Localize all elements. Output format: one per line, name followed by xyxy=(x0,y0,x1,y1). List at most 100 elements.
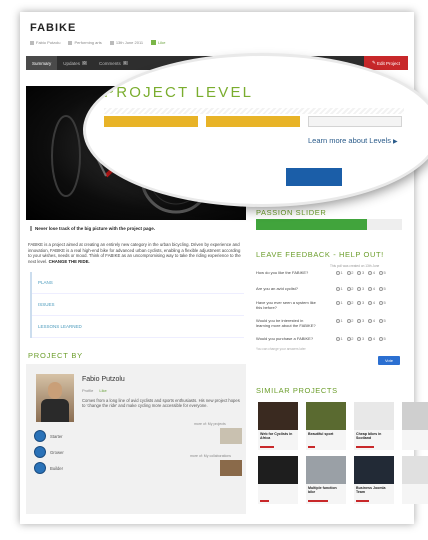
rating-radio[interactable]: 3 xyxy=(357,336,364,341)
rating-radio[interactable]: 2 xyxy=(346,336,354,341)
similar-project-card[interactable] xyxy=(402,456,428,504)
poll-rating-group: 1 2 3 4 5 xyxy=(336,286,386,291)
level-hatch-divider xyxy=(104,108,404,114)
rating-label: 4 xyxy=(372,318,375,323)
starter-badge-icon xyxy=(34,430,46,442)
meta-like[interactable]: Like xyxy=(158,40,165,45)
rating-radio[interactable]: 3 xyxy=(357,286,364,291)
similar-project-title: Multiple function bike xyxy=(308,486,337,495)
vote-button[interactable]: Vote xyxy=(378,356,400,365)
rating-label: 5 xyxy=(383,286,386,291)
section-label: PLANS xyxy=(38,280,53,285)
radio-circle-icon xyxy=(336,318,340,323)
rating-radio[interactable]: 2 xyxy=(346,318,353,323)
rating-label: 5 xyxy=(383,336,386,341)
section-plans[interactable]: PLANS xyxy=(32,272,244,294)
rating-radio[interactable]: 2 xyxy=(346,270,353,275)
radio-circle-icon xyxy=(336,300,340,305)
rating-radio[interactable]: 5 xyxy=(378,286,386,291)
meta-category[interactable]: Performing arts xyxy=(74,40,101,45)
rating-radio[interactable]: 2 xyxy=(346,286,354,291)
rating-radio[interactable]: 1 xyxy=(336,318,343,323)
support-button-partial[interactable] xyxy=(286,168,342,186)
meta-date: 13th June 2011 xyxy=(115,40,144,45)
poll-footer: You can change your answers later xyxy=(256,347,306,351)
project-title: FABIKE xyxy=(30,22,77,34)
badge-grower[interactable]: Grower xyxy=(34,446,64,458)
rating-radio[interactable]: 1 xyxy=(336,300,343,305)
similar-project-card[interactable]: Multiple function bike xyxy=(306,456,346,504)
meta-author[interactable]: Fabio Putzolu xyxy=(36,40,60,45)
rating-radio[interactable]: 4 xyxy=(368,318,375,323)
project-description: FABIKE is a project aimed at creating an… xyxy=(28,242,242,264)
similar-project-card[interactable] xyxy=(258,456,298,504)
rating-radio[interactable]: 4 xyxy=(368,336,375,341)
radio-circle-icon xyxy=(368,318,373,323)
similar-project-image xyxy=(258,402,298,430)
author-meta: Profile Like xyxy=(82,388,107,393)
like-icon xyxy=(151,40,157,45)
rating-radio[interactable]: 1 xyxy=(336,336,343,341)
similar-project-card[interactable]: Business Joomla Team xyxy=(354,456,394,504)
rating-label: 5 xyxy=(383,300,386,305)
tab-count: 0 xyxy=(82,61,87,65)
radio-circle-icon xyxy=(378,318,383,323)
edit-project-button[interactable]: ✎ Edit Project xyxy=(363,56,408,70)
section-lessons-learned[interactable]: LESSONS LEARNED xyxy=(32,316,244,338)
rating-radio[interactable]: 1 xyxy=(336,270,343,275)
similar-project-progress xyxy=(308,446,316,448)
rating-radio[interactable]: 2 xyxy=(346,300,353,305)
rating-radio[interactable]: 4 xyxy=(368,270,375,275)
level-segment-1 xyxy=(104,116,198,127)
radio-circle-icon xyxy=(378,270,383,275)
similar-project-card[interactable] xyxy=(402,402,428,450)
edit-project-label: Edit Project xyxy=(376,60,400,66)
rating-radio[interactable]: 5 xyxy=(378,270,386,275)
badge-starter[interactable]: Starter xyxy=(34,430,63,442)
rating-label: 2 xyxy=(351,336,354,341)
badge-label: Builder xyxy=(50,465,64,471)
rating-radio[interactable]: 4 xyxy=(368,300,375,305)
passion-slider-heading: PASSION SLIDER xyxy=(256,208,327,217)
badge-builder[interactable]: Builder xyxy=(34,462,63,474)
author-profile-link[interactable]: Profile xyxy=(82,388,93,393)
radio-circle-icon xyxy=(346,270,351,275)
similar-project-progress xyxy=(260,500,269,502)
more-projects-link[interactable]: more of: My projects xyxy=(194,422,226,426)
rating-label: 3 xyxy=(361,286,365,291)
radio-circle-icon xyxy=(368,300,373,305)
author-name[interactable]: Fabio Putzolu xyxy=(82,376,125,383)
passion-slider[interactable] xyxy=(256,219,402,230)
section-issues[interactable]: ISSUES xyxy=(32,294,244,316)
radio-circle-icon xyxy=(368,270,373,275)
rating-radio[interactable]: 3 xyxy=(357,270,364,275)
poll-rating-group: 1 2 3 4 5 xyxy=(336,336,386,341)
similar-project-image xyxy=(258,456,298,484)
similar-project-card[interactable]: Beautiful sport xyxy=(306,402,346,450)
author-like-link[interactable]: Like xyxy=(99,388,106,393)
rating-radio[interactable]: 3 xyxy=(357,300,364,305)
tab-updates[interactable]: Updates 0 xyxy=(57,56,93,70)
rating-radio[interactable]: 5 xyxy=(378,300,386,305)
learn-more-levels-link[interactable]: Learn more about Levels ▶ xyxy=(308,136,398,145)
tab-summary[interactable]: Summary xyxy=(26,56,58,70)
rating-radio[interactable]: 1 xyxy=(336,286,343,291)
author-panel: Fabio Putzolu Profile Like Comes from a … xyxy=(26,364,246,514)
more-collaborations-link[interactable]: more of: My collaborations xyxy=(190,454,231,458)
author-photo[interactable] xyxy=(36,374,74,422)
tab-count: 0 xyxy=(122,61,128,65)
radio-circle-icon xyxy=(357,270,362,275)
similar-project-card[interactable]: Web for Cyclists in Africa xyxy=(258,402,298,450)
rating-radio[interactable]: 5 xyxy=(378,318,386,323)
tab-comments[interactable]: Comments 0 xyxy=(93,56,134,70)
similar-project-image xyxy=(354,402,394,430)
rating-radio[interactable]: 3 xyxy=(357,318,364,323)
similar-project-progress xyxy=(260,446,275,448)
project-thumbnail[interactable] xyxy=(220,428,242,444)
rating-radio[interactable]: 5 xyxy=(378,336,386,341)
rating-label: 2 xyxy=(351,286,354,291)
rating-radio[interactable]: 4 xyxy=(368,286,375,291)
similar-project-card[interactable]: Cheap bikes in Scotland xyxy=(354,402,394,450)
collaboration-thumbnail[interactable] xyxy=(220,460,242,476)
poll-question: Are you an avid cyclist? xyxy=(256,286,299,291)
